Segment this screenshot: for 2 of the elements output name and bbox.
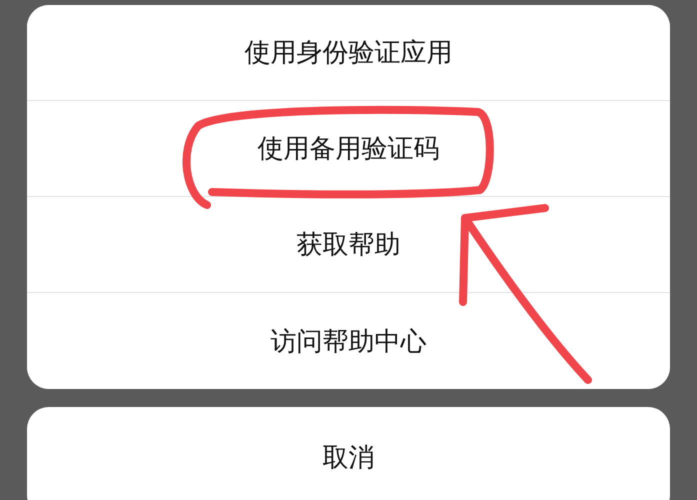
menu-option[interactable]: 使用身份验证应用 <box>27 5 670 101</box>
cancel-button[interactable]: 取消 <box>27 407 670 500</box>
